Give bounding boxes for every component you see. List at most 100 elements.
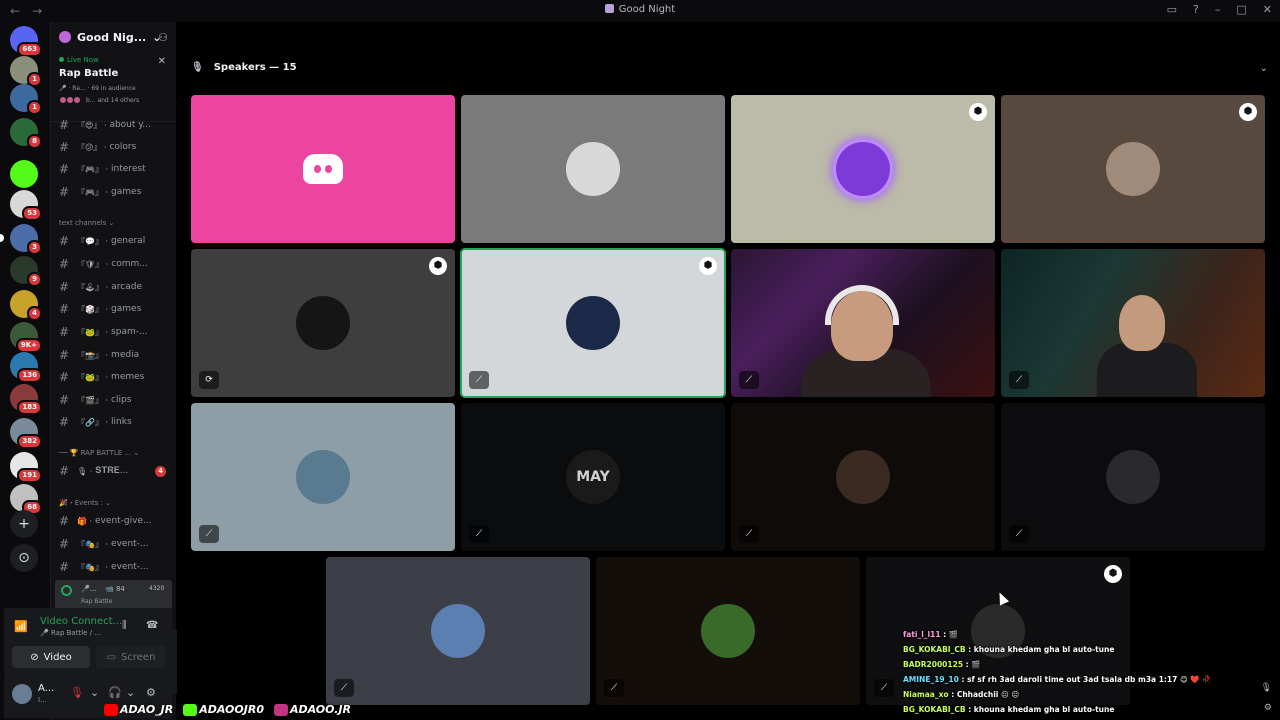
channel-emoji: 『🎮』 · bbox=[77, 187, 109, 197]
server-icon[interactable]: 9K+ bbox=[10, 322, 42, 353]
voice-channel-active[interactable]: 🎤... 📹 84 4320 Rap Battle bbox=[55, 580, 172, 610]
channel-name: media bbox=[111, 350, 140, 360]
server-icon[interactable]: 9 bbox=[10, 256, 42, 287]
invite-icon[interactable]: ⚇ bbox=[158, 31, 168, 44]
headphones-icon[interactable]: 🎧 bbox=[108, 686, 122, 699]
listener-count: 4320 bbox=[149, 585, 165, 592]
server-icon[interactable]: 68 bbox=[10, 484, 42, 515]
server-icon[interactable]: 3 bbox=[0, 224, 42, 255]
close-icon[interactable]: ✕ bbox=[158, 56, 166, 67]
speaker-tile-13[interactable]: ⟋ bbox=[326, 557, 590, 705]
speaker-tile-11[interactable]: ⟋ bbox=[731, 403, 995, 551]
avatar[interactable] bbox=[12, 684, 32, 704]
channel-category[interactable]: 🎉・Events : ⌄ bbox=[59, 496, 111, 510]
speaker-tile-14[interactable]: ⟋ bbox=[596, 557, 860, 705]
minimize-icon[interactable]: – bbox=[1215, 3, 1221, 16]
channel-item[interactable]: # 『🐸』 · memes bbox=[59, 368, 172, 386]
screen-share-button[interactable]: ▭ Screen bbox=[96, 646, 166, 668]
server-icon[interactable] bbox=[10, 160, 38, 188]
chat-message: Niamaa_xo : Chhadchii 😐 😐 bbox=[903, 690, 1019, 699]
camera-tile-1[interactable]: ⟋ bbox=[731, 249, 995, 397]
server-icon[interactable]: 1 bbox=[10, 84, 42, 115]
chat-username: BG_KOKABI_CB bbox=[903, 645, 966, 654]
server-icon[interactable]: 4 bbox=[10, 290, 42, 321]
window-controls: ▭ ? – □ ✕ bbox=[1167, 3, 1272, 16]
channel-item[interactable]: # 『😍』 · about y... bbox=[59, 116, 172, 134]
server-icon[interactable]: 183 bbox=[10, 384, 42, 415]
speaker-tile-9[interactable]: ⟋ bbox=[191, 403, 455, 551]
discover-icon[interactable]: ⊙ bbox=[10, 544, 38, 572]
channel-item[interactable]: # 『🎲』 · games bbox=[59, 300, 172, 318]
channel-item[interactable]: # 『🎭』 · event-... bbox=[59, 558, 172, 576]
speaker-tile-5[interactable]: ⬢ ⟳ bbox=[191, 249, 455, 397]
microphone-icon[interactable]: 🎙 bbox=[1261, 683, 1272, 693]
chevron-down-icon[interactable]: ⌄ bbox=[90, 686, 99, 699]
mic-muted-icon: ⟋ bbox=[1009, 525, 1029, 543]
inbox-icon[interactable]: ▭ bbox=[1167, 3, 1177, 16]
speaker-tile-4[interactable]: ⬢ bbox=[1001, 95, 1265, 243]
server-icon[interactable]: 191 bbox=[10, 452, 42, 483]
camera-tile-2[interactable]: ⟋ bbox=[1001, 249, 1265, 397]
channel-item[interactable]: # 『🔗』 · links bbox=[59, 413, 172, 431]
speaker-tile-12[interactable]: ⟋ bbox=[1001, 403, 1265, 551]
server-icon[interactable]: 663 bbox=[10, 26, 42, 57]
channel-item[interactable]: # 『🎮』 · interest bbox=[59, 160, 172, 178]
discord-default-tile[interactable] bbox=[191, 95, 455, 243]
channel-name: games bbox=[111, 187, 142, 197]
chat-username: fati_l_l11 bbox=[903, 630, 941, 639]
help-icon[interactable]: ? bbox=[1193, 3, 1199, 16]
live-attendees: b... and 14 others bbox=[59, 96, 168, 104]
chat-message: BG_KOKABI_CB : khouna khedam gha bl auto… bbox=[903, 645, 1114, 654]
mic-muted-icon[interactable]: 🎙 bbox=[70, 686, 84, 699]
disconnect-icon[interactable]: ☎ bbox=[146, 620, 158, 631]
noise-suppression-icon[interactable]: ⫼ bbox=[122, 620, 127, 631]
channel-item[interactable]: # 『🕹』 · arcade bbox=[59, 278, 172, 296]
server-icon[interactable]: 382 bbox=[10, 418, 42, 449]
channel-item[interactable]: # 『🎬』 · clips bbox=[59, 391, 172, 409]
channel-category[interactable]: ── 🏆 RAP BATTLE ... ⌄ bbox=[59, 446, 139, 460]
channel-name: interest bbox=[111, 164, 146, 174]
chevron-down-icon[interactable]: ⌄ bbox=[126, 686, 135, 699]
speakers-header: 🎙 Speakers — 15 bbox=[191, 62, 297, 73]
server-icon[interactable]: 1 bbox=[10, 56, 42, 87]
chevron-down-icon[interactable]: ⌄ bbox=[1260, 63, 1268, 74]
settings-gear-icon[interactable]: ⚙ bbox=[146, 686, 156, 699]
chat-message: AMINE_19_10 : sf sf rh 3ad daroli time o… bbox=[903, 675, 1212, 684]
server-header[interactable]: Good Nig... ⌄ ⚇ bbox=[51, 22, 176, 52]
speaker-tile-2[interactable] bbox=[461, 95, 725, 243]
channel-item[interactable]: # 『📸』 · media bbox=[59, 346, 172, 364]
signal-icon[interactable]: 📶 bbox=[14, 620, 28, 633]
live-now-card[interactable]: Live Now Rap Battle 🎤 · Ra... · 69 in au… bbox=[51, 52, 176, 122]
server-icon[interactable]: 136 bbox=[10, 352, 42, 383]
maximize-icon[interactable]: □ bbox=[1236, 3, 1246, 16]
webcam-person bbox=[1119, 295, 1165, 351]
mention-badge: 53 bbox=[22, 206, 42, 221]
settings-gear-icon[interactable]: ⚙ bbox=[1264, 703, 1272, 713]
channel-item[interactable]: # 『🐸』 · spam-... bbox=[59, 323, 172, 341]
speaker-tile-10[interactable]: MAY ⟋ bbox=[461, 403, 725, 551]
chat-message: BADR2000125 : 🎬 bbox=[903, 660, 981, 669]
connection-channel[interactable]: 🎤 Rap Battle / ... bbox=[40, 629, 101, 637]
channel-item[interactable]: # 『💬』 · general bbox=[59, 232, 172, 250]
video-button[interactable]: ⊘ Video bbox=[12, 646, 90, 668]
channel-item[interactable]: # 『🎮』 · games bbox=[59, 183, 172, 201]
channel-item[interactable]: # 🎙 · 𝐒𝐓𝐑𝐄... 4 bbox=[59, 462, 172, 480]
voice-channel-subtitle: Rap Battle bbox=[81, 598, 113, 605]
server-icon[interactable]: 8 bbox=[10, 118, 42, 149]
close-icon[interactable]: ✕ bbox=[1263, 3, 1272, 16]
channel-category[interactable]: text channels ⌄ bbox=[59, 216, 114, 230]
channel-item[interactable]: # 🎁 · event-give... bbox=[59, 512, 172, 530]
channel-item[interactable]: # 『🛡』 · comm... bbox=[59, 255, 172, 273]
speaker-tile-6[interactable]: ⬢ ⟋ bbox=[460, 248, 726, 398]
mic-muted-icon: ⟋ bbox=[469, 525, 489, 543]
connection-status[interactable]: Video Connect... bbox=[40, 616, 122, 627]
add-server-icon[interactable]: + bbox=[10, 510, 38, 538]
mention-badge: 136 bbox=[17, 368, 42, 383]
user-name[interactable]: A... bbox=[38, 683, 54, 694]
server-icon[interactable]: 53 bbox=[10, 190, 42, 221]
channel-item[interactable]: # 『😕』 · colors bbox=[59, 138, 172, 156]
channel-item[interactable]: # 『🎭』 · event-... bbox=[59, 535, 172, 553]
speaker-tile-3[interactable]: ⬢ bbox=[731, 95, 995, 243]
hash-icon: # bbox=[59, 514, 70, 528]
mic-muted-icon: ⟋ bbox=[604, 679, 624, 697]
